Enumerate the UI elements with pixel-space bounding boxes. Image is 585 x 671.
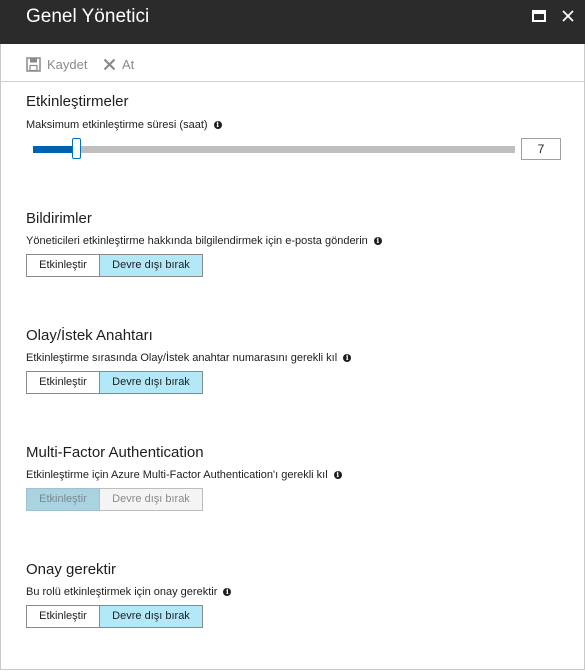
incident-description-text: Etkinleştirme sırasında Olay/İstek anaht… — [26, 352, 338, 364]
approval-enable-option[interactable]: Etkinleştir — [26, 605, 100, 628]
info-icon[interactable]: i — [223, 588, 232, 596]
notifications-title: Bildirimler — [26, 210, 92, 227]
incident-title: Olay/İstek Anahtarı — [26, 327, 153, 344]
info-icon[interactable]: i — [333, 471, 342, 479]
incident-description: Etkinleştirme sırasında Olay/İstek anaht… — [26, 352, 352, 364]
incident-enable-option[interactable]: Etkinleştir — [26, 371, 100, 394]
blade-header: Genel Yönetici — [0, 0, 585, 44]
approval-description-text: Bu rolü etkinleştirmek için onay gerekti… — [26, 586, 218, 598]
discard-x-icon — [103, 58, 116, 70]
notifications-enable-option[interactable]: Etkinleştir — [26, 254, 100, 277]
mfa-enable-option: Etkinleştir — [26, 488, 100, 511]
maximize-icon[interactable] — [532, 10, 546, 22]
incident-disable-option[interactable]: Devre dışı bırak — [100, 371, 203, 394]
mfa-description: Etkinleştirme için Azure Multi-Factor Au… — [26, 469, 342, 481]
mfa-disable-option: Devre dışı bırak — [100, 488, 203, 511]
approval-toggle: Etkinleştir Devre dışı bırak — [26, 605, 203, 628]
duration-slider[interactable] — [33, 138, 515, 160]
mfa-title: Multi-Factor Authentication — [26, 444, 204, 461]
max-duration-label: Maksimum etkinleştirme süresi (saat) i — [26, 119, 222, 131]
mfa-toggle: Etkinleştir Devre dışı bırak — [26, 488, 203, 511]
approval-title: Onay gerektir — [26, 561, 117, 578]
discard-label: At — [122, 56, 135, 72]
notifications-description: Yöneticileri etkinleştirme hakkında bilg… — [26, 235, 382, 247]
activations-title: Etkinleştirmeler — [26, 93, 129, 110]
notifications-disable-option[interactable]: Devre dışı bırak — [100, 254, 203, 277]
info-icon[interactable]: i — [343, 354, 352, 362]
discard-button[interactable]: At — [103, 55, 134, 73]
close-icon[interactable] — [561, 9, 575, 23]
save-label: Kaydet — [47, 56, 88, 72]
save-button[interactable]: Kaydet — [26, 55, 87, 73]
info-icon[interactable]: i — [373, 237, 382, 245]
approval-description: Bu rolü etkinleştirmek için onay gerekti… — [26, 586, 232, 598]
max-duration-label-text: Maksimum etkinleştirme süresi (saat) — [26, 119, 208, 131]
slider-fill — [33, 146, 76, 153]
save-icon — [26, 56, 41, 72]
slider-track — [33, 146, 515, 153]
notifications-toggle: Etkinleştir Devre dışı bırak — [26, 254, 203, 277]
notifications-description-text: Yöneticileri etkinleştirme hakkında bilg… — [26, 235, 368, 247]
incident-toggle: Etkinleştir Devre dışı bırak — [26, 371, 203, 394]
blade-title: Genel Yönetici — [26, 6, 150, 27]
slider-thumb[interactable] — [72, 138, 81, 159]
max-duration-input[interactable] — [521, 138, 561, 160]
mfa-description-text: Etkinleştirme için Azure Multi-Factor Au… — [26, 469, 328, 481]
info-icon[interactable]: i — [213, 121, 222, 129]
command-bar: Kaydet At — [0, 44, 585, 82]
approval-disable-option[interactable]: Devre dışı bırak — [100, 605, 203, 628]
